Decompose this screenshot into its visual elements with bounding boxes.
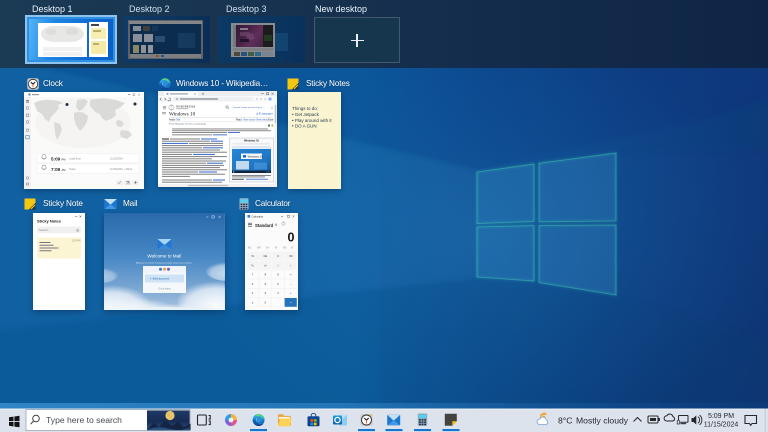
svg-text:Calculator: Calculator xyxy=(252,215,264,219)
svg-text:Read: Read xyxy=(236,120,242,122)
svg-text:Donate Create account Log in: Donate Create account Log in xyxy=(233,106,263,109)
svg-text:Type here to search: Type here to search xyxy=(46,415,122,425)
svg-text:Standard: Standard xyxy=(255,223,274,228)
svg-text:M-: M- xyxy=(275,247,278,250)
svg-text:Add your accounts to keep up-t: Add your accounts to keep up-to-date and… xyxy=(136,262,193,265)
svg-text:Tokyo: Tokyo xyxy=(69,167,76,171)
svg-text:Search...: Search... xyxy=(39,228,50,232)
svg-text:0: 0 xyxy=(288,231,295,245)
svg-text:Tools: Tools xyxy=(268,120,274,122)
svg-text:WIKIPEDIA: WIKIPEDIA xyxy=(176,104,196,108)
svg-text:x²: x² xyxy=(264,264,266,267)
svg-text:11/15/2024: 11/15/2024 xyxy=(704,422,739,429)
svg-text:C: C xyxy=(277,254,279,258)
svg-text:MS: MS xyxy=(283,247,287,250)
svg-text:+ Add account: + Add account xyxy=(150,277,169,281)
svg-text:Windows 10: Windows 10 xyxy=(244,139,260,143)
svg-text:Welcome to Mail: Welcome to Mail xyxy=(147,254,181,259)
svg-text:Mˇ: Mˇ xyxy=(291,247,294,250)
svg-text:Windows 10: Windows 10 xyxy=(248,155,264,159)
svg-text:CE: CE xyxy=(263,254,267,258)
svg-text:Mostly cloudy: Mostly cloudy xyxy=(576,415,629,425)
svg-text:Windows 10: Windows 10 xyxy=(169,112,196,118)
svg-text:8°C: 8°C xyxy=(558,415,572,425)
svg-text:5:09 PM: 5:09 PM xyxy=(708,413,734,420)
svg-text:Sticky Notes: Sticky Notes xyxy=(37,219,62,224)
svg-text:From Wikipedia, the free encyc: From Wikipedia, the free encyclopedia xyxy=(169,123,207,126)
svg-text:View source View history: View source View history xyxy=(243,119,269,122)
svg-text:Local time: Local time xyxy=(69,157,81,161)
svg-text:11/15/2024: 11/15/2024 xyxy=(110,157,123,161)
svg-text:MC: MC xyxy=(248,247,252,250)
svg-text:MR: MR xyxy=(257,247,261,250)
svg-text:Go to inbox: Go to inbox xyxy=(158,288,171,291)
svg-text:11/16/2024, +16hrs: 11/16/2024, +16hrs xyxy=(110,167,133,171)
svg-text:5:09 PM: 5:09 PM xyxy=(72,240,81,242)
